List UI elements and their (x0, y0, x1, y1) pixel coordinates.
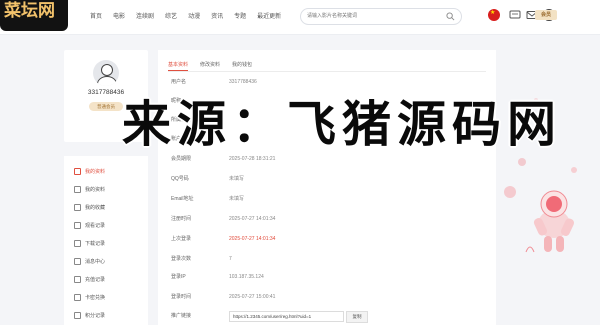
row-label: 用户名 (171, 79, 187, 85)
info-icon (74, 185, 81, 193)
profile-tabs: 基本资料 修改资料 我的钱包 (168, 59, 264, 71)
card-icon (74, 293, 81, 301)
search-box (300, 8, 462, 25)
search-input[interactable] (307, 11, 437, 21)
row-label: 登录时间 (171, 294, 192, 300)
nav-item-news[interactable]: 资讯 (211, 11, 223, 23)
sidebar-item-info[interactable]: 我的资料 (74, 184, 144, 194)
sidebar-item-label: 积分记录 (85, 312, 106, 319)
info-row-login-ip: 登录IP 103.187.35.124 (171, 272, 481, 282)
site-logo[interactable]: 菜坛网 (0, 0, 68, 31)
nav-item-series[interactable]: 连续剧 (136, 11, 154, 23)
astronaut-illustration (504, 98, 577, 253)
row-value: 103.187.35.124 (229, 274, 264, 280)
sidebar-item-label: 我的收藏 (85, 204, 106, 211)
nav-item-recent[interactable]: 最近更新 (257, 11, 281, 23)
main-nav: 首页 电影 连续剧 综艺 动漫 资讯 专题 最近更新 (90, 11, 292, 23)
info-row-invite: 推广链接 https://1.2345.com/user/reg.html?ui… (171, 311, 481, 323)
sidebar-item-label: 消息中心 (85, 258, 106, 265)
nav-item-topic[interactable]: 专题 (234, 11, 246, 23)
info-row-qq: QQ号码 未填写 (171, 174, 481, 184)
sidebar-item-card-redeem[interactable]: 卡密兑换 (74, 292, 144, 302)
profile-avatar[interactable] (93, 60, 119, 86)
copy-button[interactable]: 复制 (346, 311, 368, 323)
row-value: 2025-07-27 14:01:34 (229, 236, 276, 242)
points-icon (74, 311, 81, 319)
sidebar-item-history[interactable]: 观看记录 (74, 220, 144, 230)
sidebar-item-label: 观看记录 (85, 222, 106, 229)
message-icon[interactable] (509, 9, 521, 21)
vip-badge[interactable]: 会员 (535, 10, 557, 20)
watermark-text: 来源：飞猪源码网 (122, 96, 563, 153)
sidebar-item-messages[interactable]: 消息中心 (74, 256, 144, 266)
profile-icon (74, 167, 81, 175)
top-navbar: 菜坛网 首页 电影 连续剧 综艺 动漫 资讯 专题 最近更新 会员 (0, 0, 600, 35)
row-label: 上次登录 (171, 236, 192, 242)
row-label: 登录次数 (171, 256, 192, 262)
info-row-login-count: 登录次数 7 (171, 254, 481, 264)
sidebar-item-favorites[interactable]: 我的收藏 (74, 202, 144, 212)
info-row-login-time: 登录时间 2025-07-27 15:00:41 (171, 292, 481, 302)
invite-link-field[interactable]: https://1.2345.com/user/reg.html?uid=1 (229, 311, 344, 322)
sidebar-item-label: 我的资料 (85, 168, 106, 175)
sidebar-item-profile[interactable]: 我的资料 (74, 166, 144, 176)
star-icon (74, 203, 81, 211)
china-flag-icon[interactable] (488, 9, 500, 21)
tab-wallet[interactable]: 我的钱包 (232, 59, 252, 71)
tabs-divider (168, 71, 486, 72)
row-value: 未填写 (229, 196, 245, 202)
row-value: 3317788436 (229, 79, 257, 85)
vip-label: 会员 (540, 12, 551, 18)
row-label: Email地址 (171, 196, 194, 202)
sidebar-item-label: 充值记录 (85, 276, 106, 283)
sidebar-item-downloads[interactable]: 下载记录 (74, 238, 144, 248)
sidebar-menu: 我的资料 我的资料 我的收藏 观看记录 下载记录 消息中心 充值记录 卡密兑换 … (64, 156, 148, 325)
nav-item-home[interactable]: 首页 (90, 11, 102, 23)
row-label: 推广链接 (171, 313, 192, 319)
info-row-register-time: 注册时间 2025-07-27 14:01:34 (171, 214, 481, 224)
download-icon (74, 239, 81, 247)
row-value: 7 (229, 256, 232, 262)
sidebar-item-label: 我的资料 (85, 186, 106, 193)
row-label: QQ号码 (171, 176, 189, 182)
bell-icon (74, 257, 81, 265)
nav-item-anime[interactable]: 动漫 (188, 11, 200, 23)
member-level-badge[interactable]: 普通会员 (89, 102, 123, 111)
tab-edit-info[interactable]: 修改资料 (200, 59, 220, 71)
nav-item-variety[interactable]: 综艺 (165, 11, 177, 23)
logo-text: 菜坛网 (4, 1, 55, 21)
sidebar-item-label: 下载记录 (85, 240, 106, 247)
info-row-last-login: 上次登录 2025-07-27 14:01:34 (171, 234, 481, 244)
wallet-icon (74, 275, 81, 283)
sidebar-item-points[interactable]: 积分记录 (74, 310, 144, 320)
tab-basic-info[interactable]: 基本资料 (168, 59, 189, 71)
row-label: 登录IP (171, 274, 186, 280)
info-row-username: 用户名 3317788436 (171, 77, 481, 87)
row-value: 2025-07-27 14:01:34 (229, 216, 276, 222)
history-icon (74, 221, 81, 229)
row-value: 2025-07-27 15:00:41 (229, 294, 276, 300)
nav-item-movie[interactable]: 电影 (113, 11, 125, 23)
avatar-head-shape (101, 64, 113, 76)
sidebar-item-recharge[interactable]: 充值记录 (74, 274, 144, 284)
sidebar-item-label: 卡密兑换 (85, 294, 106, 301)
info-row-email: Email地址 未填写 (171, 194, 481, 204)
row-label: 注册时间 (171, 216, 192, 222)
search-icon[interactable] (446, 12, 455, 21)
row-value: 未填写 (229, 176, 245, 182)
avatar-body-shape (97, 76, 117, 86)
